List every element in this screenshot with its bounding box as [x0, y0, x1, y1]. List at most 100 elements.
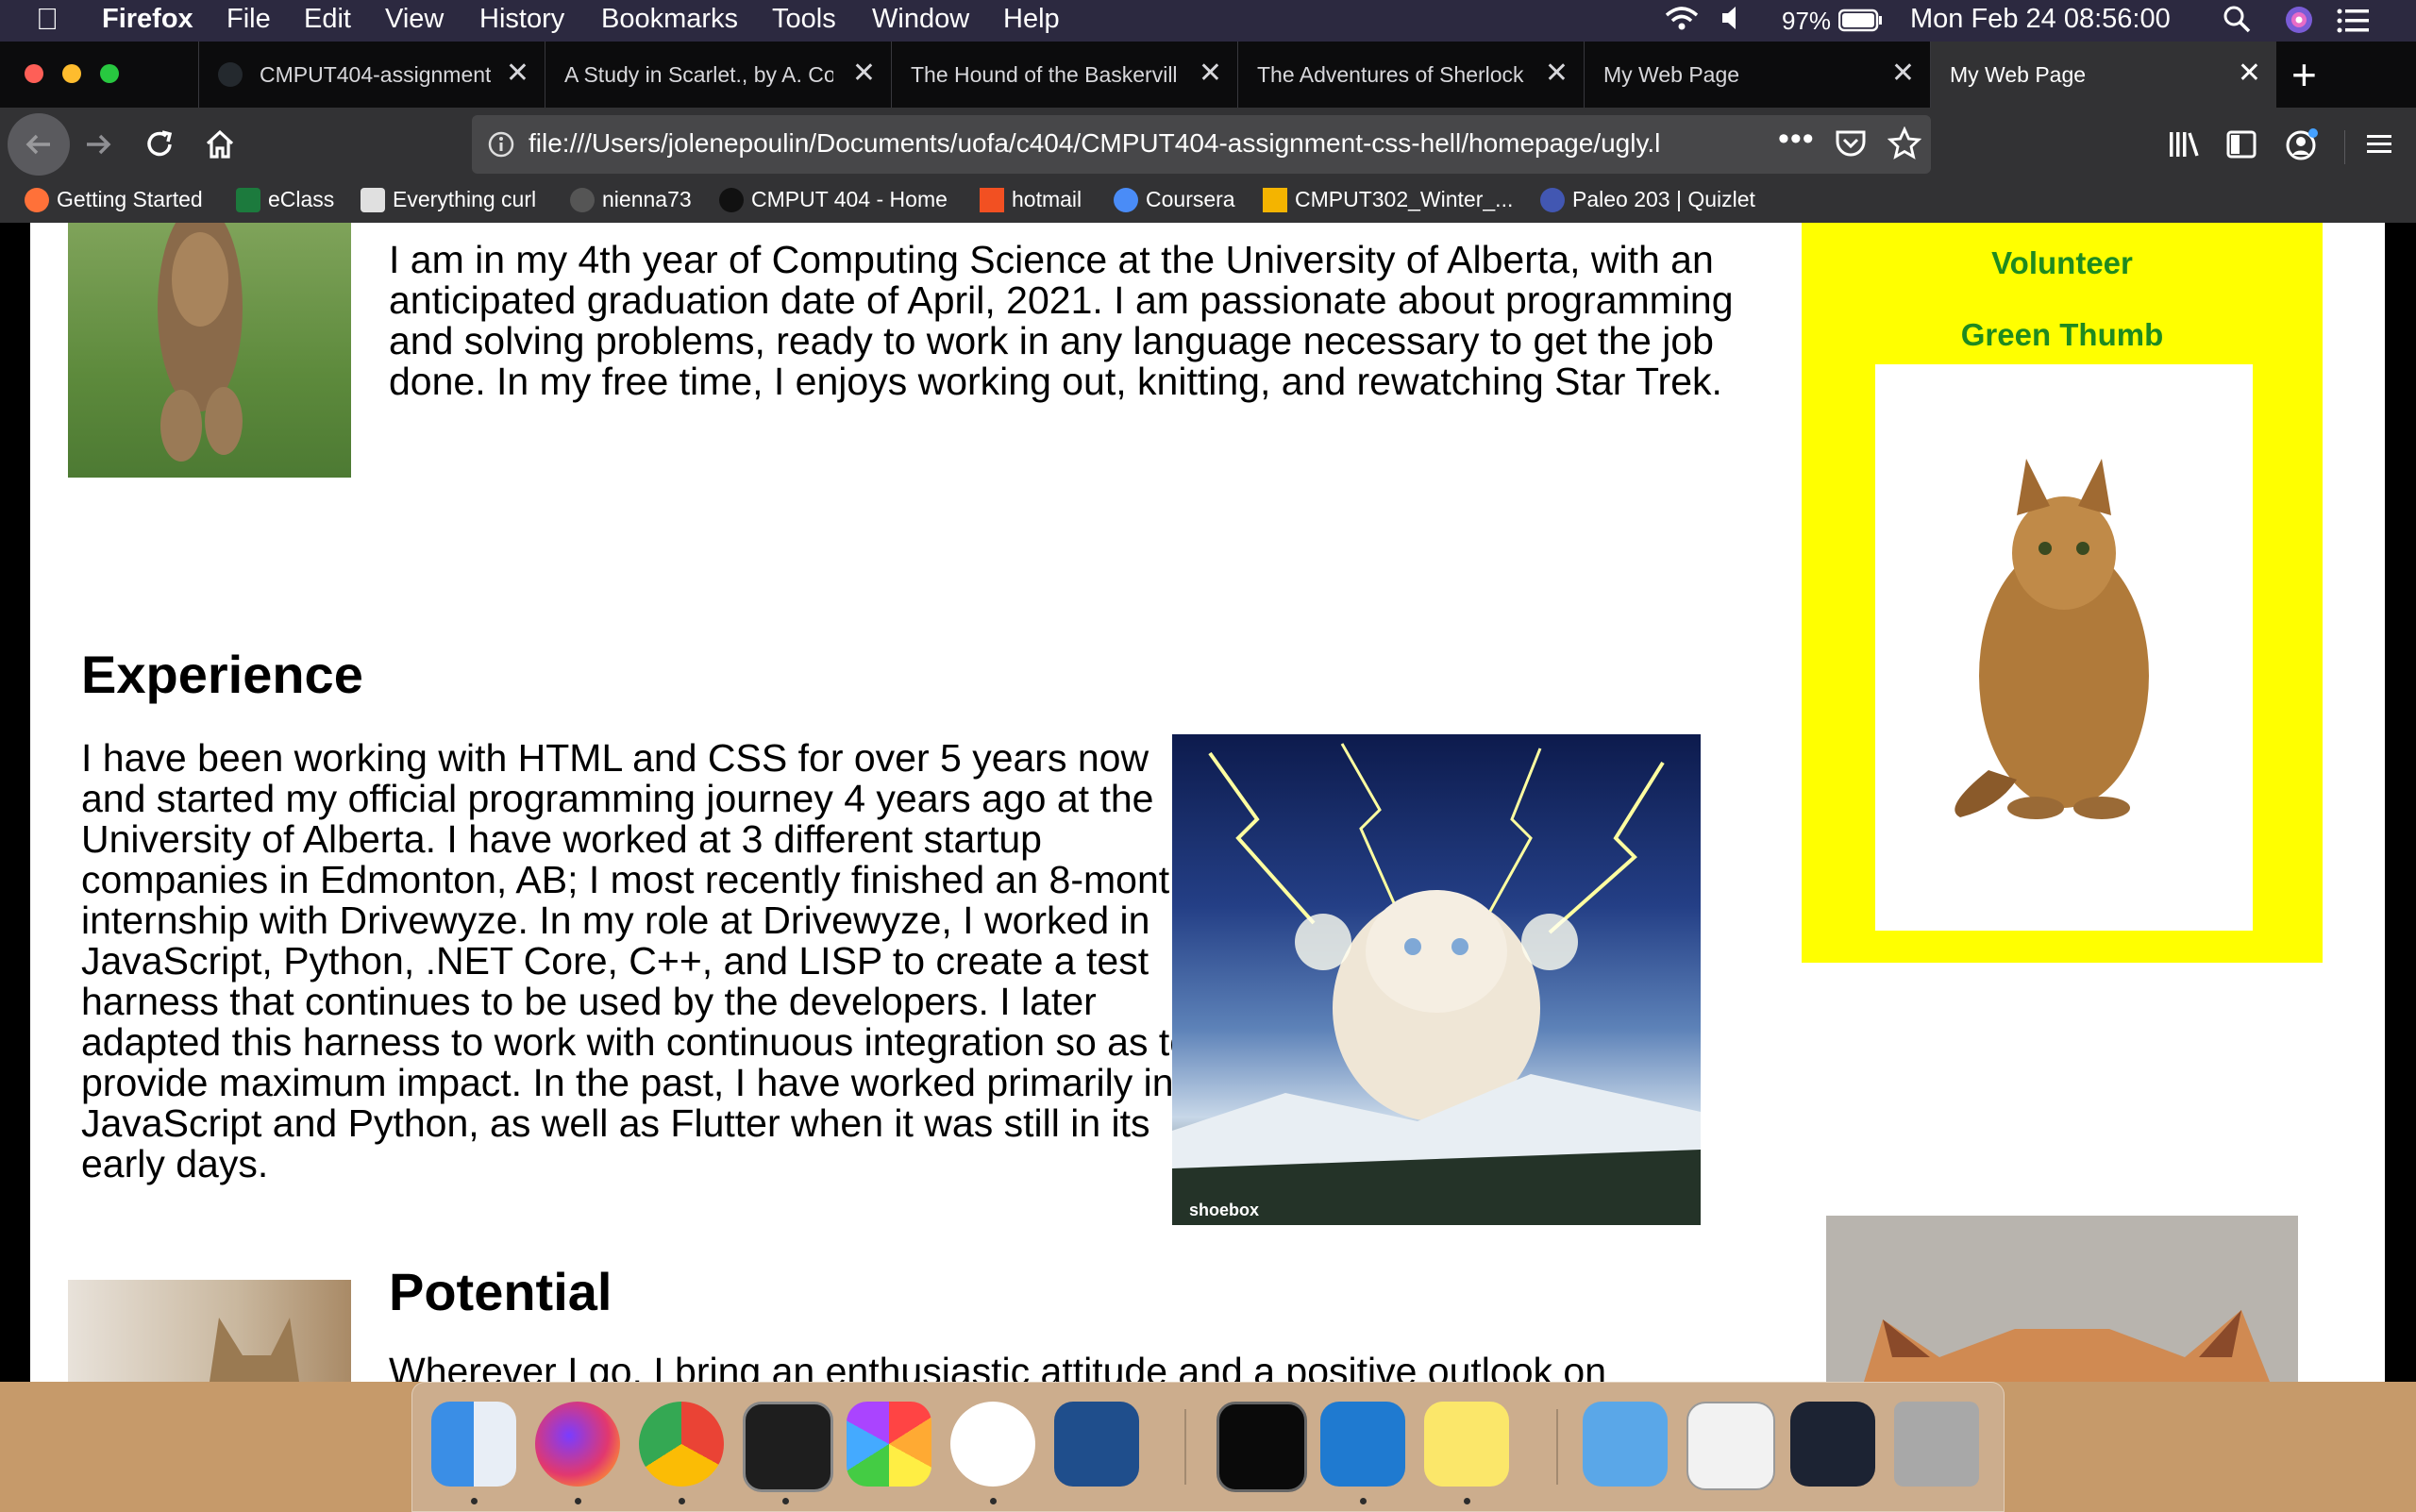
url-text[interactable]: file:///Users/jolenepoulin/Documents/uof…: [528, 128, 1708, 159]
tab-hound-of-baskervilles[interactable]: The Hound of the Baskervill ✕: [891, 42, 1237, 108]
app-menu[interactable]: Firefox: [102, 4, 193, 35]
minimize-window-button[interactable]: [62, 64, 81, 83]
pocket-icon[interactable]: [1835, 128, 1867, 163]
sidebar-item-volunteer[interactable]: Volunteer: [1802, 245, 2323, 281]
tab-my-web-page-active[interactable]: My Web Page ✕: [1930, 42, 2276, 108]
dog-image: [1826, 1216, 2298, 1382]
running-indicator: [679, 1498, 685, 1504]
bookmark-everything-curl[interactable]: Everything curl: [361, 187, 536, 212]
trash-icon[interactable]: [1894, 1402, 1979, 1487]
menu-view[interactable]: View: [385, 4, 444, 35]
bookmark-cmput302[interactable]: CMPUT302_Winter_...: [1263, 187, 1513, 212]
page-actions-icon[interactable]: •••: [1778, 121, 1815, 158]
finder-icon[interactable]: [431, 1402, 516, 1487]
running-indicator: [1360, 1498, 1367, 1504]
github-icon: [570, 187, 595, 212]
document-icon[interactable]: [1686, 1402, 1775, 1490]
running-indicator: [575, 1498, 581, 1504]
bookmark-label: CMPUT302_Winter_...: [1295, 187, 1514, 211]
tab-title: My Web Page: [1950, 62, 2087, 87]
tab-title: The Adventures of Sherlock: [1257, 62, 1524, 87]
stickies-icon[interactable]: [1424, 1402, 1509, 1487]
bookmark-getting-started[interactable]: Getting Started: [25, 187, 203, 212]
account-icon[interactable]: [2284, 126, 2320, 167]
bookmark-paleo203-quizlet[interactable]: Paleo 203 | Quizlet: [1540, 187, 1755, 212]
bookmarks-toolbar: Getting Started eClass Everything curl n…: [0, 181, 2416, 223]
kitten-image: [68, 1280, 351, 1382]
close-tab-icon[interactable]: ✕: [1199, 57, 1222, 90]
bookmark-nienna73[interactable]: nienna73: [570, 187, 692, 212]
navigation-toolbar: file:///Users/jolenepoulin/Documents/uof…: [0, 108, 2416, 181]
bookmark-label: CMPUT 404 - Home: [751, 187, 948, 211]
potential-heading: Potential: [389, 1262, 612, 1321]
menu-bookmarks[interactable]: Bookmarks: [601, 4, 738, 35]
address-bar[interactable]: file:///Users/jolenepoulin/Documents/uof…: [472, 115, 1931, 174]
firefox-dock-icon[interactable]: [535, 1402, 620, 1487]
vscode-icon[interactable]: [1320, 1402, 1405, 1487]
photos-icon[interactable]: [847, 1402, 931, 1487]
sidebar-item-green-thumb[interactable]: Green Thumb: [1802, 317, 2323, 353]
menu-help[interactable]: Help: [1003, 4, 1060, 35]
close-tab-icon[interactable]: ✕: [1545, 57, 1569, 90]
clock[interactable]: Mon Feb 24 08:56:00: [1910, 4, 2171, 35]
lightning-cat-image: shoebox: [1172, 734, 1701, 1225]
close-tab-icon[interactable]: ✕: [2238, 57, 2261, 90]
tab-my-web-page-1[interactable]: My Web Page ✕: [1584, 42, 1930, 108]
close-tab-icon[interactable]: ✕: [506, 57, 529, 90]
terminal-icon[interactable]: [743, 1402, 833, 1492]
bookmark-label: Getting Started: [57, 187, 203, 211]
bookmark-label: Paleo 203 | Quizlet: [1572, 187, 1755, 211]
sidebar-toggle-icon[interactable]: [2225, 128, 2257, 165]
siri-icon[interactable]: [2284, 5, 2314, 42]
menu-window[interactable]: Window: [872, 4, 969, 35]
home-icon[interactable]: [204, 128, 236, 165]
bookmark-label: hotmail: [1012, 187, 1082, 211]
bookmark-coursera[interactable]: Coursera: [1114, 187, 1235, 212]
library-icon[interactable]: [2167, 128, 2201, 165]
bookmark-label: Everything curl: [393, 187, 537, 211]
back-button[interactable]: [8, 113, 70, 176]
spotlight-search-icon[interactable]: [2222, 4, 2252, 42]
tab-study-in-scarlet[interactable]: A Study in Scarlet., by A. Co ✕: [545, 42, 891, 108]
running-indicator: [782, 1498, 789, 1504]
slack-icon[interactable]: [950, 1402, 1035, 1487]
close-window-button[interactable]: [25, 64, 43, 83]
coursera-icon: [1114, 187, 1138, 212]
close-tab-icon[interactable]: ✕: [1891, 57, 1915, 90]
new-tab-icon[interactable]: +: [2291, 49, 2317, 100]
bookmark-label: nienna73: [602, 187, 692, 211]
forward-button[interactable]: [83, 129, 113, 164]
running-indicator: [471, 1498, 478, 1504]
hamburger-menu-icon[interactable]: [2365, 130, 2393, 163]
zoom-window-button[interactable]: [100, 64, 119, 83]
tab-title: A Study in Scarlet., by A. Co: [564, 62, 833, 87]
battery-icon[interactable]: [1837, 8, 1884, 41]
apple-menu-icon[interactable]: : [36, 2, 59, 37]
chrome-icon[interactable]: [639, 1402, 724, 1487]
folder-icon[interactable]: [1583, 1402, 1668, 1487]
bookmark-cmput404-home[interactable]: CMPUT 404 - Home: [719, 187, 948, 212]
vscode-window-icon[interactable]: [1790, 1402, 1875, 1487]
firefox-icon: [25, 187, 49, 212]
menu-file[interactable]: File: [226, 4, 271, 35]
drive-icon: [1263, 187, 1287, 212]
virtualbox-icon[interactable]: [1054, 1402, 1139, 1487]
reload-icon[interactable]: [143, 128, 176, 165]
bookmark-star-icon[interactable]: [1887, 126, 1922, 165]
tab-cmput404-assignment[interactable]: CMPUT404-assignment ✕: [198, 42, 545, 108]
activity-monitor-icon[interactable]: [1216, 1402, 1307, 1492]
bookmark-hotmail[interactable]: hotmail: [980, 187, 1082, 212]
volume-icon[interactable]: [1720, 4, 1746, 40]
wifi-icon[interactable]: [1663, 4, 1701, 42]
page-info-icon[interactable]: [487, 130, 515, 163]
close-tab-icon[interactable]: ✕: [852, 57, 876, 90]
menu-history[interactable]: History: [479, 4, 564, 35]
bookmark-eclass[interactable]: eClass: [236, 187, 334, 212]
tab-adventures-of-sherlock[interactable]: The Adventures of Sherlock ✕: [1237, 42, 1584, 108]
experience-heading: Experience: [81, 645, 363, 704]
menu-edit[interactable]: Edit: [304, 4, 351, 35]
notification-center-icon[interactable]: [2337, 8, 2371, 42]
tab-title: CMPUT404-assignment: [260, 62, 491, 87]
battery-percent: 97%: [1782, 7, 1832, 35]
menu-tools[interactable]: Tools: [772, 4, 836, 35]
